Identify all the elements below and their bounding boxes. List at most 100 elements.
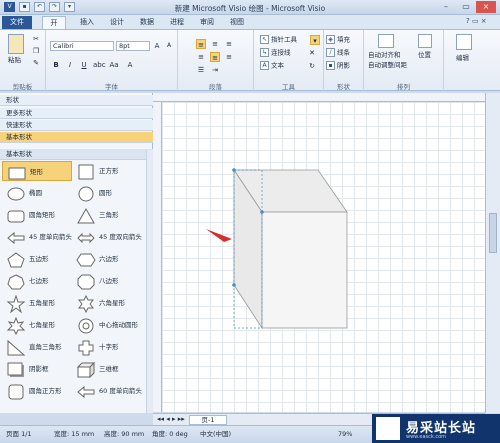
pane-scrollbar[interactable] — [146, 150, 153, 413]
shape-item[interactable]: 五角星形 — [2, 293, 72, 313]
align-right-icon[interactable]: ≡ — [224, 52, 234, 62]
shape-item[interactable]: 矩形 — [2, 161, 72, 181]
shape-item-label: 五边形 — [29, 255, 49, 263]
shape-item[interactable]: 椭圆 — [2, 183, 72, 203]
page-nav-icon[interactable]: ◂◂ ◂ ▸ ▸▸ — [157, 415, 185, 423]
auto-space-button[interactable]: 自动调整间距 — [368, 61, 407, 70]
shape-item-label: 阴影框 — [29, 365, 49, 373]
underline-icon[interactable]: U — [79, 60, 89, 70]
indent-icon[interactable]: ⇥ — [210, 65, 220, 75]
selection-handle[interactable] — [260, 210, 264, 214]
status-page[interactable]: 页面 1/1 — [6, 426, 32, 443]
help-icon[interactable]: ? ▭ × — [466, 17, 487, 25]
align-center-icon[interactable]: ≡ — [210, 52, 220, 62]
shape-item-label: 60 度单向箭头 — [99, 387, 142, 395]
tab-data[interactable]: 数据 — [134, 16, 160, 29]
line-tool-icon[interactable]: ✕ — [307, 48, 317, 58]
case-icon[interactable]: Aa — [109, 60, 119, 70]
auto-align-button[interactable]: 自动对齐和 — [368, 51, 401, 60]
font-name-combo[interactable]: Calibri — [50, 41, 114, 51]
shape-item[interactable]: 45 度单向箭头 — [2, 227, 72, 247]
font-size-combo[interactable]: 8pt — [116, 41, 150, 51]
shadow-icon — [7, 362, 24, 377]
shape-item[interactable]: 圆角正方形 — [2, 381, 72, 401]
format-painter-icon[interactable]: ✎ — [31, 58, 41, 68]
shape-item-label: 直角三角形 — [29, 343, 62, 351]
more-shapes[interactable]: 更多形状 — [0, 108, 153, 119]
basic-shapes-stencil[interactable]: 基本形状 — [0, 132, 153, 143]
status-language[interactable]: 中文(中国) — [200, 426, 231, 443]
shadow-button[interactable]: ▪ 阴影 — [326, 61, 350, 71]
align-bottom-icon[interactable]: ≡ — [224, 39, 234, 49]
edit-button[interactable]: 编辑 — [456, 54, 469, 63]
shape-item[interactable]: 七边形 — [2, 271, 72, 291]
close-button[interactable]: × — [476, 1, 496, 13]
shape-item[interactable]: 阴影框 — [2, 359, 72, 379]
shape-picker-icon[interactable]: ▾ — [310, 35, 320, 45]
group-edit: 编辑 — [444, 30, 500, 92]
paste-button[interactable]: 粘贴 — [8, 56, 21, 65]
shape-item[interactable]: 六边形 — [72, 249, 142, 269]
font-color-icon[interactable]: A — [125, 60, 135, 70]
tab-insert[interactable]: 插入 — [74, 16, 100, 29]
shape-item[interactable]: 十字形 — [72, 337, 142, 357]
maximize-button[interactable]: ▭ — [456, 1, 476, 13]
align-space-icon[interactable] — [378, 34, 394, 48]
cut-icon[interactable]: ✂ — [31, 34, 41, 44]
shape-item[interactable]: 圆形 — [72, 183, 142, 203]
shape-item[interactable]: 直角三角形 — [2, 337, 72, 357]
shape-item[interactable]: 正方形 — [72, 161, 142, 181]
tab-process[interactable]: 进程 — [164, 16, 190, 29]
shape-item[interactable]: 五边形 — [2, 249, 72, 269]
strikethrough-icon[interactable]: abc — [93, 60, 106, 70]
pencil-tool-icon[interactable]: ↻ — [307, 61, 317, 71]
shape-3d-front[interactable] — [261, 211, 348, 329]
align-left-icon[interactable]: ≡ — [196, 52, 206, 62]
tools-group-label: 工具 — [282, 83, 295, 91]
tab-file[interactable]: 文件 — [2, 16, 32, 29]
roundrect-icon — [7, 210, 25, 223]
connector-button[interactable]: ↳ 连接线 — [260, 48, 291, 58]
tab-view[interactable]: 视图 — [224, 16, 250, 29]
shape-item[interactable]: 六角星形 — [72, 293, 142, 313]
zoom-level[interactable]: 79% — [338, 426, 352, 443]
page-tab[interactable]: 页-1 — [189, 415, 227, 425]
copy-icon[interactable]: ❐ — [31, 46, 41, 56]
red-arrow-annotation — [206, 229, 232, 242]
shape-item[interactable]: 60 度单向箭头 — [72, 381, 142, 401]
fill-label: 填充 — [337, 35, 350, 44]
shape-item[interactable]: 中心拖动圆形 — [72, 315, 142, 335]
align-middle-icon[interactable]: ≡ — [210, 39, 220, 49]
group-tools: ↖ 指针工具 ↳ 连接线 A 文本 ▾ ✕ ↻ 工具 — [254, 30, 324, 92]
paste-icon[interactable] — [8, 34, 24, 54]
line-button[interactable]: ∕ 线条 — [326, 48, 350, 58]
grow-font-icon[interactable]: A — [152, 41, 162, 51]
text-tool-button[interactable]: A 文本 — [260, 61, 284, 71]
vertical-scroll-thumb[interactable] — [489, 213, 497, 253]
tab-design[interactable]: 设计 — [104, 16, 130, 29]
shape-item[interactable]: 圆角矩形 — [2, 205, 72, 225]
italic-icon[interactable]: I — [65, 60, 75, 70]
shape-item[interactable]: 三角形 — [72, 205, 142, 225]
selection-handle[interactable] — [232, 168, 236, 172]
shape-item[interactable]: 七角星形 — [2, 315, 72, 335]
bold-icon[interactable]: B — [51, 60, 61, 70]
shrink-font-icon[interactable]: A — [164, 41, 174, 51]
quick-shapes[interactable]: 快速形状 — [0, 120, 153, 131]
shape-item[interactable]: 45 度双向箭头 — [72, 227, 142, 247]
bullets-icon[interactable]: ☰ — [196, 65, 206, 75]
fill-button[interactable]: ◈ 填充 — [326, 35, 350, 45]
shape-item[interactable]: 八边形 — [72, 271, 142, 291]
vertical-scrollbar[interactable] — [485, 93, 500, 413]
tab-home[interactable]: 开始 — [42, 16, 66, 39]
shape-item[interactable]: 三维框 — [72, 359, 142, 379]
align-top-icon[interactable]: ≡ — [196, 39, 206, 49]
tab-review[interactable]: 审阅 — [194, 16, 220, 29]
position-icon[interactable] — [418, 34, 432, 48]
minimize-button[interactable]: – — [436, 1, 456, 13]
find-icon[interactable] — [456, 34, 472, 50]
position-button[interactable]: 位置 — [418, 51, 431, 60]
drawing-canvas[interactable] — [162, 102, 485, 412]
pointer-tool-button[interactable]: ↖ 指针工具 — [260, 35, 297, 45]
selection-handle[interactable] — [232, 283, 236, 287]
